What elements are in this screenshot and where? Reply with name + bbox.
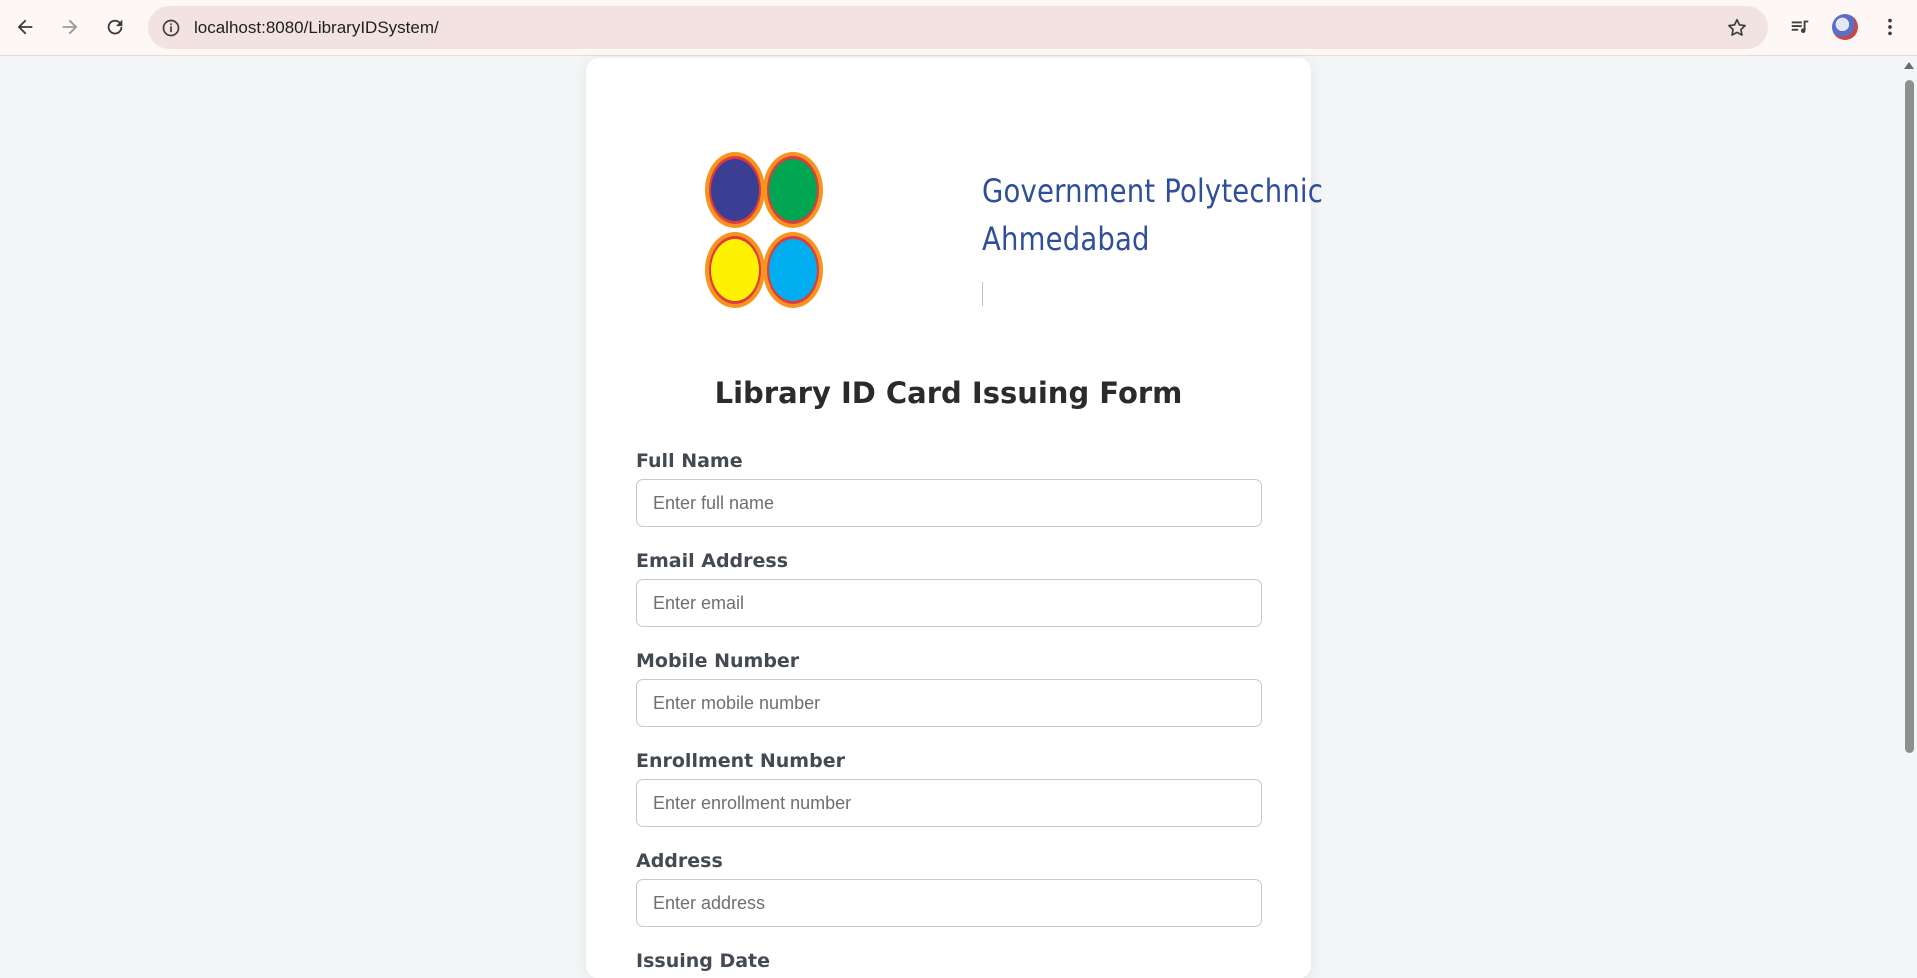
issuing-date-label: Issuing Date: [636, 950, 771, 972]
full-name-input[interactable]: [636, 479, 1262, 527]
site-info-icon: [162, 19, 180, 37]
browser-menu-button[interactable]: [1875, 12, 1905, 42]
media-queue-icon: [1791, 20, 1809, 34]
reload-icon: [107, 19, 123, 35]
address-input[interactable]: [636, 879, 1262, 927]
forward-button[interactable]: [55, 12, 85, 42]
email-label: Email Address: [636, 550, 789, 572]
scroll-thumb[interactable]: [1905, 80, 1914, 753]
address-bar[interactable]: localhost:8080/LibraryIDSystem/: [148, 6, 1768, 49]
back-button[interactable]: [10, 12, 40, 42]
bookmark-star-icon: [1728, 18, 1746, 36]
org-name-line1: Government Polytechnic: [982, 172, 1324, 210]
page-scrollbar[interactable]: [1901, 56, 1917, 958]
institute-logo: Government Polytechnic Ahmedabad: [704, 150, 1323, 320]
kebab-menu-icon: [1888, 18, 1892, 36]
logo-divider: [982, 282, 983, 306]
form-title: Library ID Card Issuing Form: [714, 376, 1183, 410]
org-name-line2: Ahmedabad: [982, 220, 1150, 258]
mobile-number-input[interactable]: [636, 679, 1262, 727]
enrollment-number-label: Enrollment Number: [636, 750, 845, 772]
full-name-label: Full Name: [636, 450, 743, 472]
url-text[interactable]: localhost:8080/LibraryIDSystem/: [194, 6, 439, 49]
scroll-up-arrow[interactable]: [1904, 62, 1914, 69]
bookmark-button[interactable]: [1724, 15, 1750, 41]
mobile-number-label: Mobile Number: [636, 650, 800, 672]
form-card: Government Polytechnic Ahmedabad Library…: [586, 58, 1323, 978]
forward-arrow-icon: [62, 19, 78, 35]
site-info-button[interactable]: [156, 13, 186, 43]
browser-toolbar: localhost:8080/LibraryIDSystem/: [0, 0, 1917, 56]
back-arrow-icon: [17, 19, 33, 35]
reload-button[interactable]: [100, 12, 130, 42]
address-label: Address: [636, 850, 723, 872]
email-input[interactable]: [636, 579, 1262, 627]
institute-emblem-icon: [705, 152, 823, 308]
profile-avatar: [1832, 14, 1858, 40]
profile-button[interactable]: [1830, 12, 1860, 42]
enrollment-number-input[interactable]: [636, 779, 1262, 827]
media-queue-button[interactable]: [1785, 12, 1815, 42]
